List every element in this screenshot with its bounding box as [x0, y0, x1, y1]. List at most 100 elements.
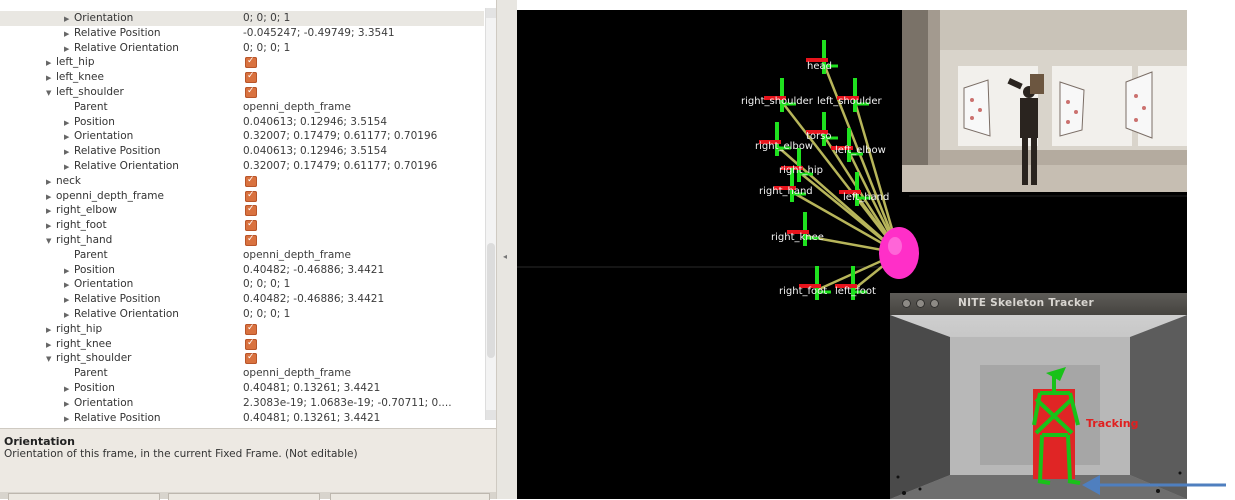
enabled-checkbox[interactable] [245, 188, 257, 203]
expand-right-icon[interactable]: ▶ [46, 56, 56, 71]
tree-row[interactable]: ▶ Position 0.040613; 0.12946; 3.5154 [0, 115, 484, 130]
scroll-thumb[interactable] [487, 243, 495, 358]
expand-right-icon[interactable]: ▶ [64, 278, 74, 293]
tree-row[interactable]: ▶ Position 0.40481; 0.13261; 3.4421 [0, 381, 484, 396]
tree-row[interactable]: ▶ Orientation 2.3083e-19; 1.0683e-19; -0.7… [0, 396, 484, 411]
skeleton-bone [1038, 434, 1044, 482]
tree-scrollbar[interactable] [485, 8, 496, 420]
property-tree: ▶ Orientation 0; 0; 0; 1 ▶ Relative Position… [0, 0, 496, 428]
enabled-checkbox[interactable] [245, 202, 257, 217]
tree-row-label: ▶ Relative Position [64, 411, 161, 427]
camera-scene [902, 10, 1187, 192]
expand-right-icon[interactable]: ▶ [46, 323, 56, 338]
expand-right-icon[interactable]: ▶ [64, 412, 74, 427]
nite-titlebar[interactable]: NITE Skeleton Tracker [890, 293, 1187, 315]
tree-row-name: Position [74, 263, 115, 276]
tree-row-label: ▶ Relative Position [64, 26, 161, 42]
bottom-tab-bar [0, 492, 496, 500]
enabled-checkbox[interactable] [245, 336, 257, 351]
tree-row-name: Orientation [74, 130, 134, 143]
scroll-down-button[interactable] [486, 410, 496, 420]
expand-down-icon[interactable]: ▼ [46, 86, 56, 101]
description-panel: Orientation Orientation of this frame, i… [0, 428, 496, 493]
enabled-checkbox[interactable] [245, 173, 257, 188]
tree-row[interactable]: ▶ Relative Position -0.045247; -0.49749; 3… [0, 26, 484, 41]
tree-row[interactable]: Parent openni_depth_frame [0, 248, 484, 263]
expand-right-icon[interactable]: ▶ [64, 130, 74, 145]
tree-row[interactable]: ▶ Relative Orientation 0; 0; 0; 1 [0, 41, 484, 56]
enabled-checkbox[interactable] [245, 69, 257, 84]
frame-label-right-hand: right_hand [759, 186, 813, 197]
tree-row-name: right_knee [56, 337, 112, 350]
tree-row[interactable]: ▶ Relative Position 0.40481; 0.13261; 3.44… [0, 411, 484, 426]
frame-label-left-shoulder: left_shoulder [817, 96, 882, 107]
tree-row[interactable]: ▼ left_shoulder [0, 84, 484, 101]
enabled-checkbox[interactable] [245, 232, 257, 247]
tree-row[interactable]: Parent openni_depth_frame [0, 100, 484, 115]
expand-right-icon[interactable]: ▶ [46, 71, 56, 86]
tree-row-name: left_shoulder [56, 86, 124, 98]
enabled-checkbox[interactable] [245, 54, 257, 69]
expand-right-icon[interactable]: ▶ [64, 12, 74, 27]
expand-right-icon[interactable]: ▶ [46, 338, 56, 353]
tree-row[interactable]: ▶ Position 0.40482; -0.46886; 3.4421 [0, 263, 484, 278]
tree-row-value: 0.40481; 0.13261; 3.4421 [243, 382, 381, 394]
expand-right-icon[interactable]: ▶ [64, 160, 74, 175]
expand-right-icon[interactable]: ▶ [64, 27, 74, 42]
tree-row[interactable]: ▶ Orientation 0; 0; 0; 1 [0, 277, 484, 292]
tree-row[interactable]: ▶ Orientation 0; 0; 0; 1 [0, 11, 484, 26]
tree-row[interactable]: ▶ left_knee [0, 69, 484, 86]
close-button[interactable] [902, 299, 911, 308]
tree-row[interactable]: Parent openni_depth_frame [0, 366, 484, 381]
expand-right-icon[interactable]: ▶ [64, 116, 74, 131]
frame-label-right-elbow: right_elbow [755, 141, 813, 152]
expand-right-icon[interactable]: ▶ [64, 145, 74, 160]
tree-row-value: 2.3083e-19; 1.0683e-19; -0.70711; 0.... [243, 396, 452, 409]
panel-splitter[interactable]: ◂ [496, 0, 517, 499]
tree-row-name: Relative Position [74, 293, 161, 306]
expand-right-icon[interactable]: ▶ [46, 204, 56, 219]
tree-row-value: 0.40481; 0.13261; 3.4421 [243, 411, 381, 424]
enabled-checkbox[interactable] [245, 321, 257, 336]
tree-row[interactable]: ▶ Relative Orientation 0.32007; 0.17479; 0… [0, 159, 484, 174]
tree-row[interactable]: ▼ right_hand [0, 232, 484, 249]
expand-right-icon[interactable]: ▶ [64, 293, 74, 308]
expand-right-icon[interactable]: ▶ [64, 308, 74, 323]
tree-row[interactable]: ▶ right_knee [0, 336, 484, 353]
enabled-checkbox[interactable] [245, 84, 257, 99]
frame-label-head: head [807, 61, 832, 72]
tree-row[interactable]: ▶ right_hip [0, 321, 484, 338]
tree-row[interactable]: ▶ openni_depth_frame [0, 188, 484, 205]
expand-right-icon[interactable]: ▶ [64, 397, 74, 412]
expand-down-icon[interactable]: ▼ [46, 234, 56, 249]
expand-right-icon[interactable]: ▶ [64, 264, 74, 279]
expand-down-icon[interactable]: ▼ [46, 352, 56, 367]
tree-row[interactable]: ▶ Relative Position 0.040613; 0.12946; 3.5… [0, 144, 484, 159]
scroll-up-button[interactable] [486, 8, 496, 18]
tree-row-label: ▶ neck [46, 174, 81, 190]
tree-row[interactable]: ▼ right_shoulder [0, 350, 484, 367]
tree-row-label: ▶ left_knee [46, 70, 104, 86]
minimize-button[interactable] [916, 299, 925, 308]
tree-row[interactable]: ▶ Relative Position 0.40482; -0.46886; 3.4… [0, 292, 484, 307]
tree-row-value: 0; 0; 0; 1 [243, 278, 291, 291]
tree-row[interactable]: ▶ right_elbow [0, 202, 484, 219]
expand-right-icon[interactable]: ▶ [64, 382, 74, 397]
maximize-button[interactable] [930, 299, 939, 308]
collapse-arrow-icon[interactable]: ◂ [503, 252, 507, 261]
tree-row[interactable]: ▶ right_foot [0, 217, 484, 234]
tree-row[interactable]: ▶ Orientation 0.32007; 0.17479; 0.61177; 0… [0, 129, 484, 144]
expand-right-icon[interactable]: ▶ [46, 190, 56, 205]
expand-right-icon[interactable]: ▶ [46, 175, 56, 190]
tree-row[interactable]: ▶ Relative Orientation 0; 0; 0; 1 [0, 307, 484, 322]
expand-right-icon[interactable]: ▶ [46, 219, 56, 234]
enabled-checkbox[interactable] [245, 217, 257, 232]
skeleton-bone [1037, 479, 1051, 485]
tree-row[interactable]: ▶ neck [0, 173, 484, 190]
expand-right-icon[interactable]: ▶ [64, 42, 74, 57]
tree-row-label: ▶ Orientation [64, 277, 133, 293]
tree-row[interactable]: ▶ left_hip [0, 54, 484, 71]
enabled-checkbox[interactable] [245, 350, 257, 365]
frame-label-left-hand: left_hand [843, 192, 889, 203]
tree-row-name: neck [56, 174, 81, 187]
